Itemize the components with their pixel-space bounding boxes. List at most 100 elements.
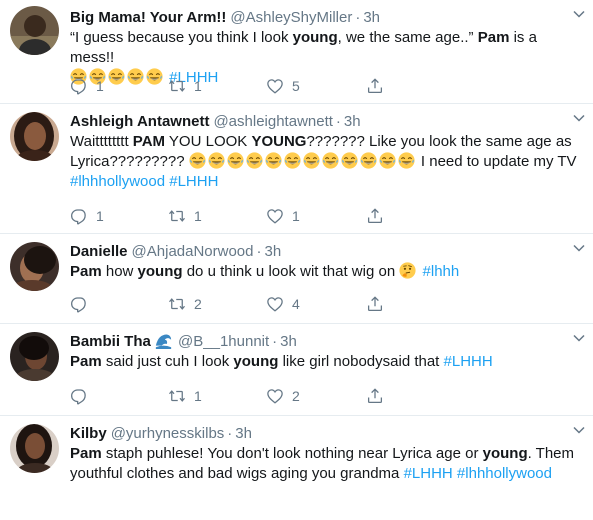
retweet-icon — [168, 77, 186, 95]
reply-button[interactable]: 1 — [70, 206, 104, 226]
display-name[interactable]: Kilby — [70, 425, 107, 442]
user-handle[interactable]: @AshleyShyMiller — [230, 9, 352, 26]
user-handle[interactable]: @AhjadaNorwood — [132, 243, 254, 260]
like-count: 1 — [292, 208, 300, 224]
retweet-icon — [168, 295, 186, 313]
retweet-button[interactable]: 1 — [168, 206, 202, 226]
retweet-icon — [168, 387, 186, 405]
like-button[interactable]: 4 — [266, 294, 300, 314]
like-icon — [266, 295, 284, 313]
hashtag-link[interactable]: #LHHH — [404, 465, 453, 482]
reply-icon — [70, 77, 88, 95]
tweet-text-segment: staph puhlese! You don't look nothing ne… — [101, 445, 483, 462]
laughing-emoji-icon — [322, 152, 339, 169]
retweet-button[interactable]: 2 — [168, 294, 202, 314]
highlighted-term: young — [292, 29, 338, 46]
highlighted-term: Pam — [70, 445, 102, 462]
separator-dot: · — [256, 243, 262, 260]
laughing-emoji-icon — [398, 152, 415, 169]
tweet[interactable]: Kilby @yurhynesskilbs · 3h Pam staph puhles… — [0, 416, 593, 520]
highlighted-term: young — [233, 353, 279, 370]
hashtag-link[interactable]: #lhhhollywood — [70, 173, 165, 190]
highlighted-term: young — [137, 263, 183, 280]
laughing-emoji-icon — [379, 152, 396, 169]
chevron-down-icon[interactable] — [573, 114, 585, 122]
retweet-count: 2 — [194, 296, 202, 312]
retweet-button[interactable]: 1 — [168, 386, 202, 406]
laughing-emoji-icon — [227, 152, 244, 169]
share-button[interactable] — [366, 294, 384, 314]
retweet-button[interactable]: 1 — [168, 76, 202, 96]
separator-dot: · — [335, 113, 341, 130]
user-handle[interactable]: @ashleightawnett — [213, 113, 332, 130]
chevron-down-icon[interactable] — [573, 244, 585, 252]
share-button[interactable] — [366, 386, 384, 406]
reply-button[interactable] — [70, 386, 96, 406]
tweet-text: Pam staph puhlese! You don't look nothin… — [70, 444, 581, 484]
reply-icon — [70, 207, 88, 225]
like-button[interactable]: 1 — [266, 206, 300, 226]
reply-button[interactable] — [70, 294, 96, 314]
hashtag-link[interactable]: #lhhhollywood — [457, 465, 552, 482]
display-name[interactable]: Bambii Tha — [70, 333, 151, 350]
hashtag-link[interactable]: #LHHH — [444, 353, 493, 370]
tweet-text-segment: “I guess because you think I look — [70, 29, 293, 46]
share-button[interactable] — [366, 76, 384, 96]
avatar[interactable] — [10, 112, 59, 161]
share-icon — [366, 387, 384, 405]
laughing-emoji-icon — [360, 152, 377, 169]
display-name[interactable]: Ashleigh Antawnett — [70, 113, 209, 130]
reply-count: 1 — [96, 78, 104, 94]
tweet-feed: Big Mama! Your Arm!! @AshleyShyMiller · 3h … — [0, 0, 593, 520]
tweet-text-segment: said just cuh I look — [101, 353, 234, 370]
tweet[interactable]: Danielle @AhjadaNorwood · 3h Pam how young … — [0, 234, 593, 324]
like-count: 5 — [292, 78, 300, 94]
hashtag-link[interactable]: #lhhh — [423, 263, 460, 280]
chevron-down-icon[interactable] — [573, 10, 585, 18]
laughing-emoji-icon — [246, 152, 263, 169]
like-icon — [266, 77, 284, 95]
retweet-icon — [168, 207, 186, 225]
tweet[interactable]: Ashleigh Antawnett @ashleightawnett · 3h Wa… — [0, 104, 593, 234]
retweet-count: 1 — [194, 208, 202, 224]
display-name[interactable]: Big Mama! Your Arm!! — [70, 9, 226, 26]
separator-dot: · — [227, 425, 233, 442]
separator-dot: · — [272, 333, 278, 350]
laughing-emoji-icon — [265, 152, 282, 169]
avatar[interactable] — [10, 424, 59, 473]
display-name[interactable]: Danielle — [70, 243, 128, 260]
laughing-emoji-icon — [341, 152, 358, 169]
separator-dot: · — [355, 9, 361, 26]
user-handle[interactable]: @yurhynesskilbs — [111, 425, 225, 442]
like-button[interactable]: 5 — [266, 76, 300, 96]
like-count: 2 — [292, 388, 300, 404]
retweet-count: 1 — [194, 388, 202, 404]
reply-icon — [70, 387, 88, 405]
timestamp[interactable]: 3h — [265, 243, 282, 260]
avatar[interactable] — [10, 332, 59, 381]
tweet-text: Pam how young do u think u look wit that… — [70, 262, 581, 282]
highlighted-term: Pam — [70, 263, 102, 280]
thinking-emoji-icon — [399, 262, 416, 279]
tweet[interactable]: Bambii Tha @B__1hunnit · 3h Pam said just … — [0, 324, 593, 416]
tweet-text-segment: Waitttttttt — [70, 133, 133, 150]
tweet[interactable]: Big Mama! Your Arm!! @AshleyShyMiller · 3h … — [0, 0, 593, 104]
chevron-down-icon[interactable] — [573, 334, 585, 342]
timestamp[interactable]: 3h — [280, 333, 297, 350]
avatar[interactable] — [10, 242, 59, 291]
avatar[interactable] — [10, 6, 59, 55]
reply-button[interactable]: 1 — [70, 76, 104, 96]
tweet-text: Waitttttttt PAM YOU LOOK YOUNG??????? Li… — [70, 132, 581, 192]
hashtag-link[interactable]: #LHHH — [169, 173, 218, 190]
timestamp[interactable]: 3h — [344, 113, 361, 130]
user-handle[interactable]: @B__1hunnit — [178, 333, 269, 350]
share-icon — [366, 77, 384, 95]
timestamp[interactable]: 3h — [235, 425, 252, 442]
highlighted-term: YOUNG — [251, 133, 307, 150]
timestamp[interactable]: 3h — [363, 9, 380, 26]
share-button[interactable] — [366, 206, 384, 226]
like-button[interactable]: 2 — [266, 386, 300, 406]
wave-emoji-icon — [155, 332, 172, 349]
tweet-text-segment: YOU LOOK — [165, 133, 252, 150]
chevron-down-icon[interactable] — [573, 426, 585, 434]
